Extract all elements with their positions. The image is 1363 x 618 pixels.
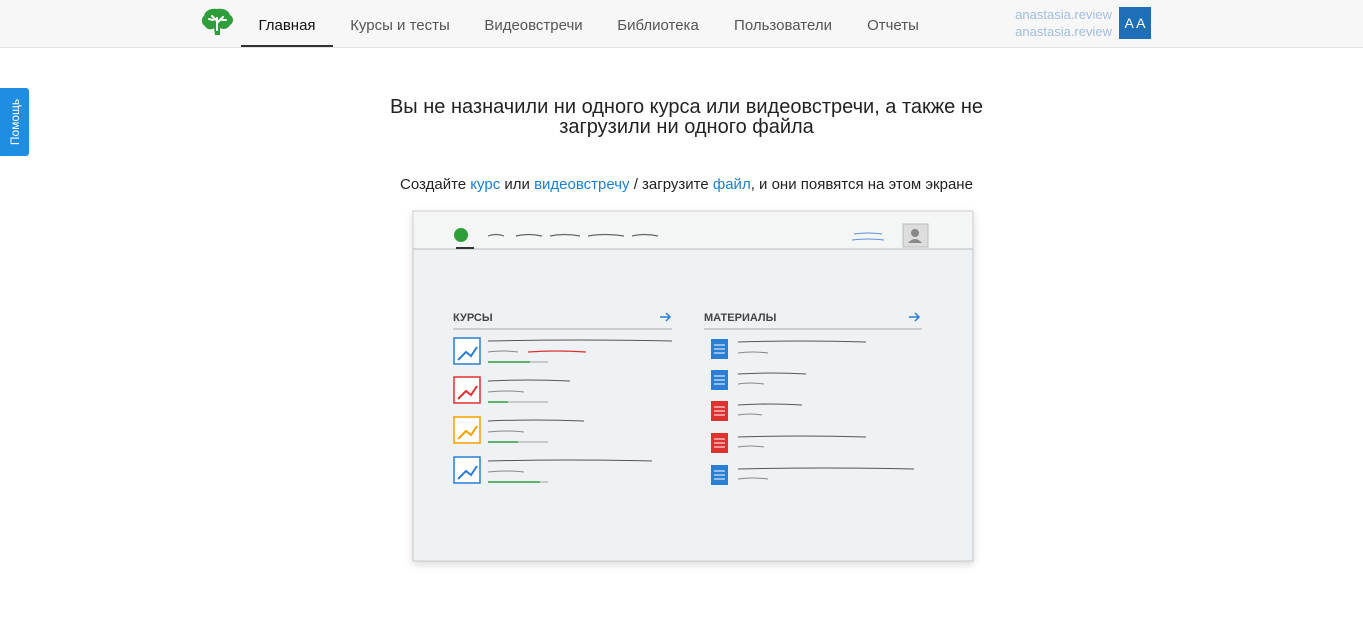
nav-item-reports[interactable]: Отчеты bbox=[859, 0, 927, 47]
user-login-link[interactable]: anastasia.review bbox=[1008, 23, 1112, 40]
sketch-window bbox=[412, 210, 974, 562]
avatar[interactable]: A A bbox=[1119, 7, 1151, 39]
help-tab[interactable]: Помощь bbox=[0, 88, 29, 156]
create-course-link[interactable]: курс bbox=[470, 176, 500, 193]
sketch-logo-icon bbox=[454, 228, 468, 242]
help-tab-label: Помощь bbox=[8, 98, 22, 146]
empty-state-title: Вы не назначили ни одного курса или виде… bbox=[389, 96, 984, 138]
create-meeting-link[interactable]: видеовстречу bbox=[534, 176, 629, 193]
dashboard-sketch-illustration: КУРСЫ МАТЕРИАЛЫ bbox=[412, 210, 974, 562]
sketch-materials-title: МАТЕРИАЛЫ bbox=[704, 312, 777, 324]
upload-file-link[interactable]: файл bbox=[713, 176, 751, 193]
user-name-link[interactable]: anastasia.review bbox=[1008, 6, 1112, 23]
user-account-links: anastasia.review anastasia.review bbox=[1008, 6, 1112, 40]
nav-item-library[interactable]: Библиотека bbox=[609, 0, 707, 47]
sketch-courses-title: КУРСЫ bbox=[453, 312, 493, 324]
tree-logo-icon[interactable] bbox=[199, 6, 235, 38]
nav-item-video-meetings[interactable]: Видеовстречи bbox=[476, 0, 591, 47]
nav-item-users[interactable]: Пользователи bbox=[725, 0, 841, 47]
top-navigation-bar: Главная Курсы и тесты Видеовстречи Библи… bbox=[0, 0, 1363, 48]
nav-item-home[interactable]: Главная bbox=[241, 0, 333, 47]
empty-state-hint: Создайте курс или видеовстречу / загрузи… bbox=[400, 176, 973, 193]
nav-item-courses-tests[interactable]: Курсы и тесты bbox=[342, 0, 458, 47]
